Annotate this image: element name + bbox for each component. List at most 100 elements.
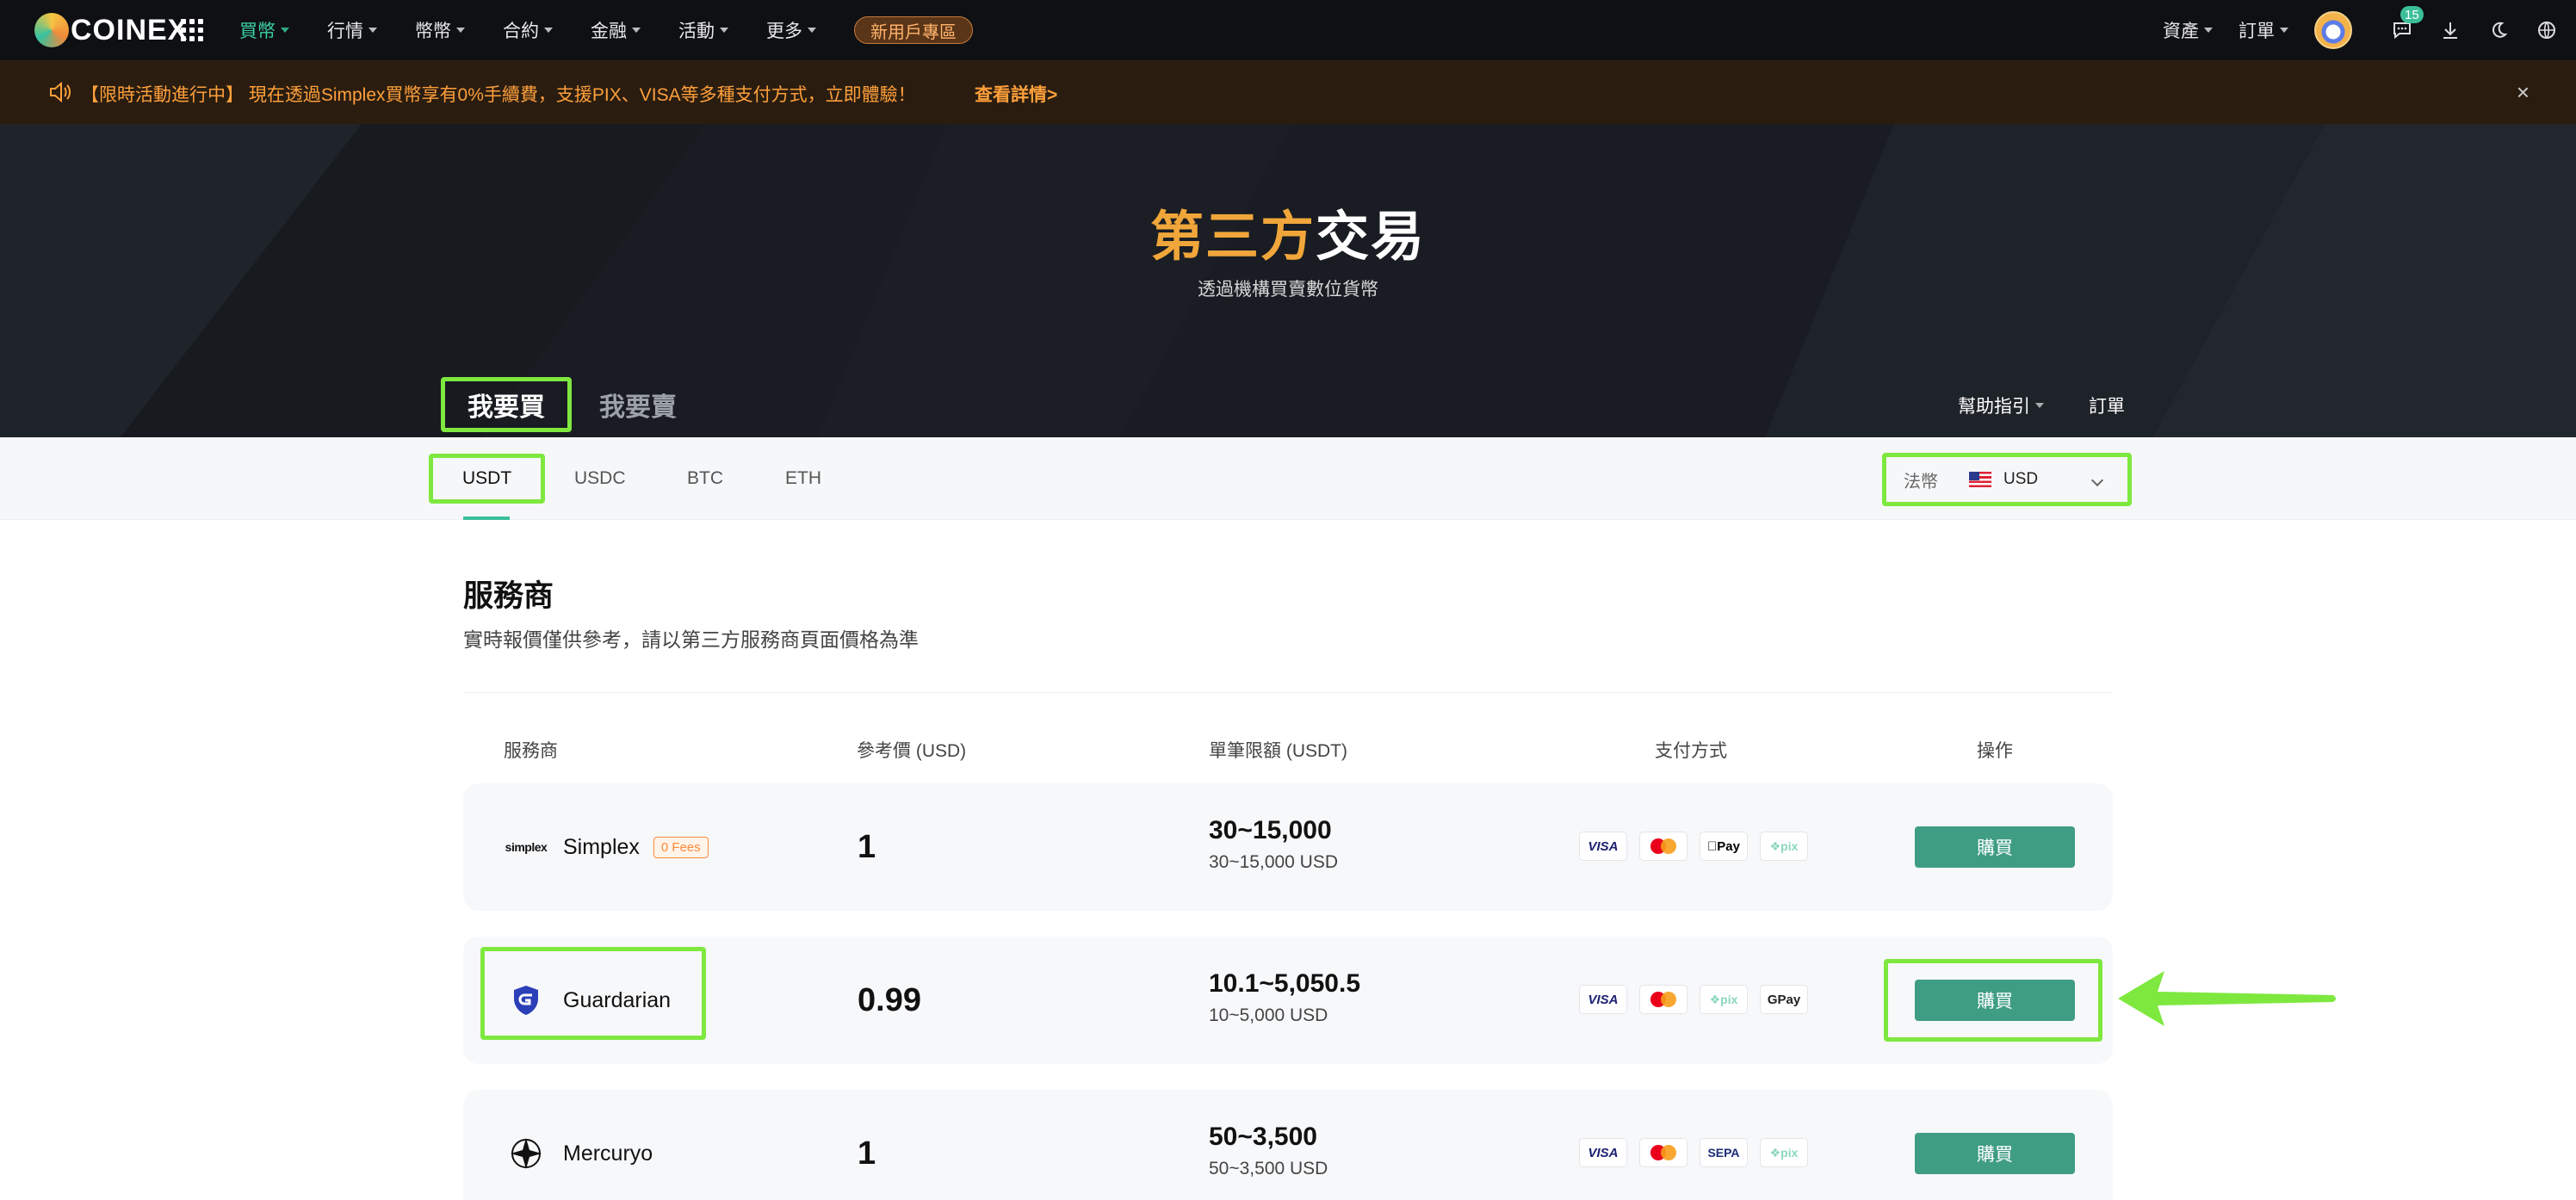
- orders-link[interactable]: 訂單: [2089, 393, 2125, 418]
- fiat-currency-select[interactable]: 法幣 USD: [1882, 453, 2132, 506]
- crypto-tab-bar: USDT USDC BTC ETH 法幣 USD: [0, 437, 2576, 520]
- payment-methods: VISA ❖ pix G Pay: [1579, 985, 1820, 1014]
- new-user-zone-button[interactable]: 新用戶專區: [854, 16, 973, 44]
- visa-icon: VISA: [1579, 832, 1627, 861]
- chevron-down-icon: [632, 28, 641, 33]
- google-pay-icon: G Pay: [1760, 985, 1808, 1014]
- limit-fiat: 50~3,500 USD: [1209, 1159, 1328, 1178]
- chevron-down-icon: [2204, 28, 2213, 33]
- provider-name: Guardarian: [563, 987, 672, 1012]
- tab-usdc[interactable]: USDC: [574, 437, 626, 520]
- chevron-down-icon: [2035, 403, 2044, 408]
- message-count-badge: 15: [2400, 6, 2424, 23]
- message-button[interactable]: 15: [2390, 6, 2424, 42]
- chevron-down-icon: [281, 28, 289, 33]
- coinex-logo-mark: [34, 13, 69, 47]
- limit-cell: 50~3,500 50~3,500 USD: [1209, 1123, 1328, 1179]
- nav-item-spot[interactable]: 幣幣: [415, 17, 465, 43]
- nav-item-futures[interactable]: 合約: [503, 17, 553, 43]
- hero-subtitle: 透過機構買賣數位貨幣: [1198, 280, 1378, 300]
- zero-fees-badge: 0 Fees: [653, 836, 709, 858]
- chevron-down-icon: [2280, 28, 2288, 33]
- chevron-down-icon: [720, 28, 728, 33]
- section-subtitle: 實時報價僅供參考，請以第三方服務商頁面價格為準: [463, 628, 919, 651]
- mastercard-icon: [1639, 1138, 1687, 1167]
- chat-icon: [2393, 22, 2411, 40]
- header-action: 操作: [1977, 741, 2013, 761]
- payment-methods: VISA SEPA ❖ pix: [1579, 1138, 1820, 1167]
- provider-row-mercuryo: Mercuryo 1 50~3,500 50~3,500 USD VISA SE…: [463, 1090, 2113, 1200]
- limit-crypto: 50~3,500: [1209, 1123, 1317, 1151]
- coinex-logo[interactable]: COINEX: [34, 10, 188, 50]
- limit-fiat: 30~15,000 USD: [1209, 852, 1339, 872]
- us-flag-icon: [1969, 472, 1991, 487]
- orders-menu[interactable]: 訂單: [2239, 17, 2288, 43]
- apps-grid-icon[interactable]: [181, 19, 203, 41]
- header-payment: 支付方式: [1655, 741, 1727, 761]
- tab-sell[interactable]: 我要賣: [577, 377, 699, 432]
- reference-price: 1: [858, 828, 876, 865]
- mastercard-icon: [1639, 985, 1687, 1014]
- limit-crypto: 30~15,000: [1209, 816, 1332, 844]
- announcement-bar: 【限時活動進行中】 現在透過Simplex買幣享有0%手續費，支援PIX、VIS…: [0, 60, 2576, 124]
- header-price: 參考價 (USD): [857, 741, 967, 761]
- nav-right: 資產 訂單 15: [2163, 0, 2559, 60]
- chevron-down-icon: [368, 28, 377, 33]
- nav-item-activities[interactable]: 活動: [678, 17, 728, 43]
- provider-cell: simplex Simplex 0 Fees: [503, 783, 709, 911]
- mastercard-icon: [1639, 832, 1687, 861]
- main-menu: 買幣 行情 幣幣 合約 金融 活動 更多 新用戶專區: [239, 0, 973, 60]
- fiat-code: USD: [2003, 470, 2039, 488]
- moon-icon: [2492, 22, 2508, 38]
- active-tab-indicator: [463, 516, 510, 520]
- tab-buy[interactable]: 我要買: [441, 377, 572, 432]
- reference-price: 0.99: [858, 981, 921, 1018]
- provider-row-simplex: simplex Simplex 0 Fees 1 30~15,000 30~15…: [463, 783, 2113, 911]
- provider-cell: Mercuryo: [503, 1090, 653, 1200]
- tab-eth[interactable]: ETH: [785, 437, 821, 520]
- theme-toggle[interactable]: [2486, 18, 2511, 42]
- section-title: 服務商: [463, 579, 554, 613]
- user-avatar[interactable]: [2314, 11, 2352, 49]
- mercuryo-logo: [503, 1130, 549, 1177]
- tab-btc[interactable]: BTC: [687, 437, 723, 520]
- speaker-icon: [50, 81, 71, 103]
- sepa-icon: SEPA: [1700, 1138, 1748, 1167]
- download-button[interactable]: [2438, 18, 2462, 42]
- chevron-down-icon: [2090, 473, 2104, 487]
- chevron-down-icon: [808, 28, 816, 33]
- buy-button-mercuryo[interactable]: 購買: [1915, 1133, 2075, 1174]
- help-guide-menu[interactable]: 幫助指引: [1958, 393, 2044, 418]
- fiat-label: 法幣: [1904, 472, 1938, 492]
- guardarian-logo: [503, 977, 549, 1024]
- nav-item-buy-crypto[interactable]: 買幣: [239, 17, 289, 43]
- top-navigation: COINEX 買幣 行情 幣幣 合約 金融 活動 更多 新用戶專區 資產 訂單 …: [0, 0, 2576, 60]
- provider-cell: Guardarian: [503, 937, 671, 1064]
- tab-usdt[interactable]: USDT: [429, 437, 546, 520]
- limit-fiat: 10~5,000 USD: [1209, 1005, 1328, 1025]
- logo-text: COINEX: [71, 13, 189, 46]
- assets-menu[interactable]: 資產: [2163, 17, 2213, 43]
- nav-item-more[interactable]: 更多: [766, 17, 816, 43]
- limit-cell: 30~15,000 30~15,000 USD: [1209, 816, 1338, 873]
- payment-methods: VISA Pay ❖pix: [1579, 832, 1820, 861]
- hero-title: 第三方交易: [1149, 207, 1427, 267]
- provider-name: Simplex: [563, 834, 640, 859]
- buy-button-simplex[interactable]: 購買: [1915, 826, 2075, 868]
- globe-icon: [2538, 22, 2555, 39]
- header-limit: 單筆限額 (USDT): [1209, 741, 1347, 761]
- section-divider: [463, 692, 2113, 693]
- announcement-details-link[interactable]: 查看詳情>: [975, 81, 1057, 107]
- buy-button-guardarian[interactable]: 購買: [1915, 980, 2075, 1021]
- close-icon[interactable]: ×: [2517, 79, 2530, 106]
- chevron-down-icon: [456, 28, 465, 33]
- hero-right-links: 幫助指引 訂單: [1958, 393, 2125, 418]
- nav-item-markets[interactable]: 行情: [327, 17, 377, 43]
- provider-row-guardarian: Guardarian 0.99 10.1~5,050.5 10~5,000 US…: [463, 937, 2113, 1064]
- limit-crypto: 10.1~5,050.5: [1209, 969, 1361, 998]
- hero-banner: 第三方交易 透過機構買賣數位貨幣 我要買 我要賣 幫助指引 訂單: [0, 124, 2576, 437]
- nav-item-finance[interactable]: 金融: [591, 17, 641, 43]
- language-button[interactable]: [2535, 18, 2559, 42]
- limit-cell: 10.1~5,050.5 10~5,000 USD: [1209, 969, 1360, 1026]
- pix-icon: ❖ pix: [1760, 832, 1808, 861]
